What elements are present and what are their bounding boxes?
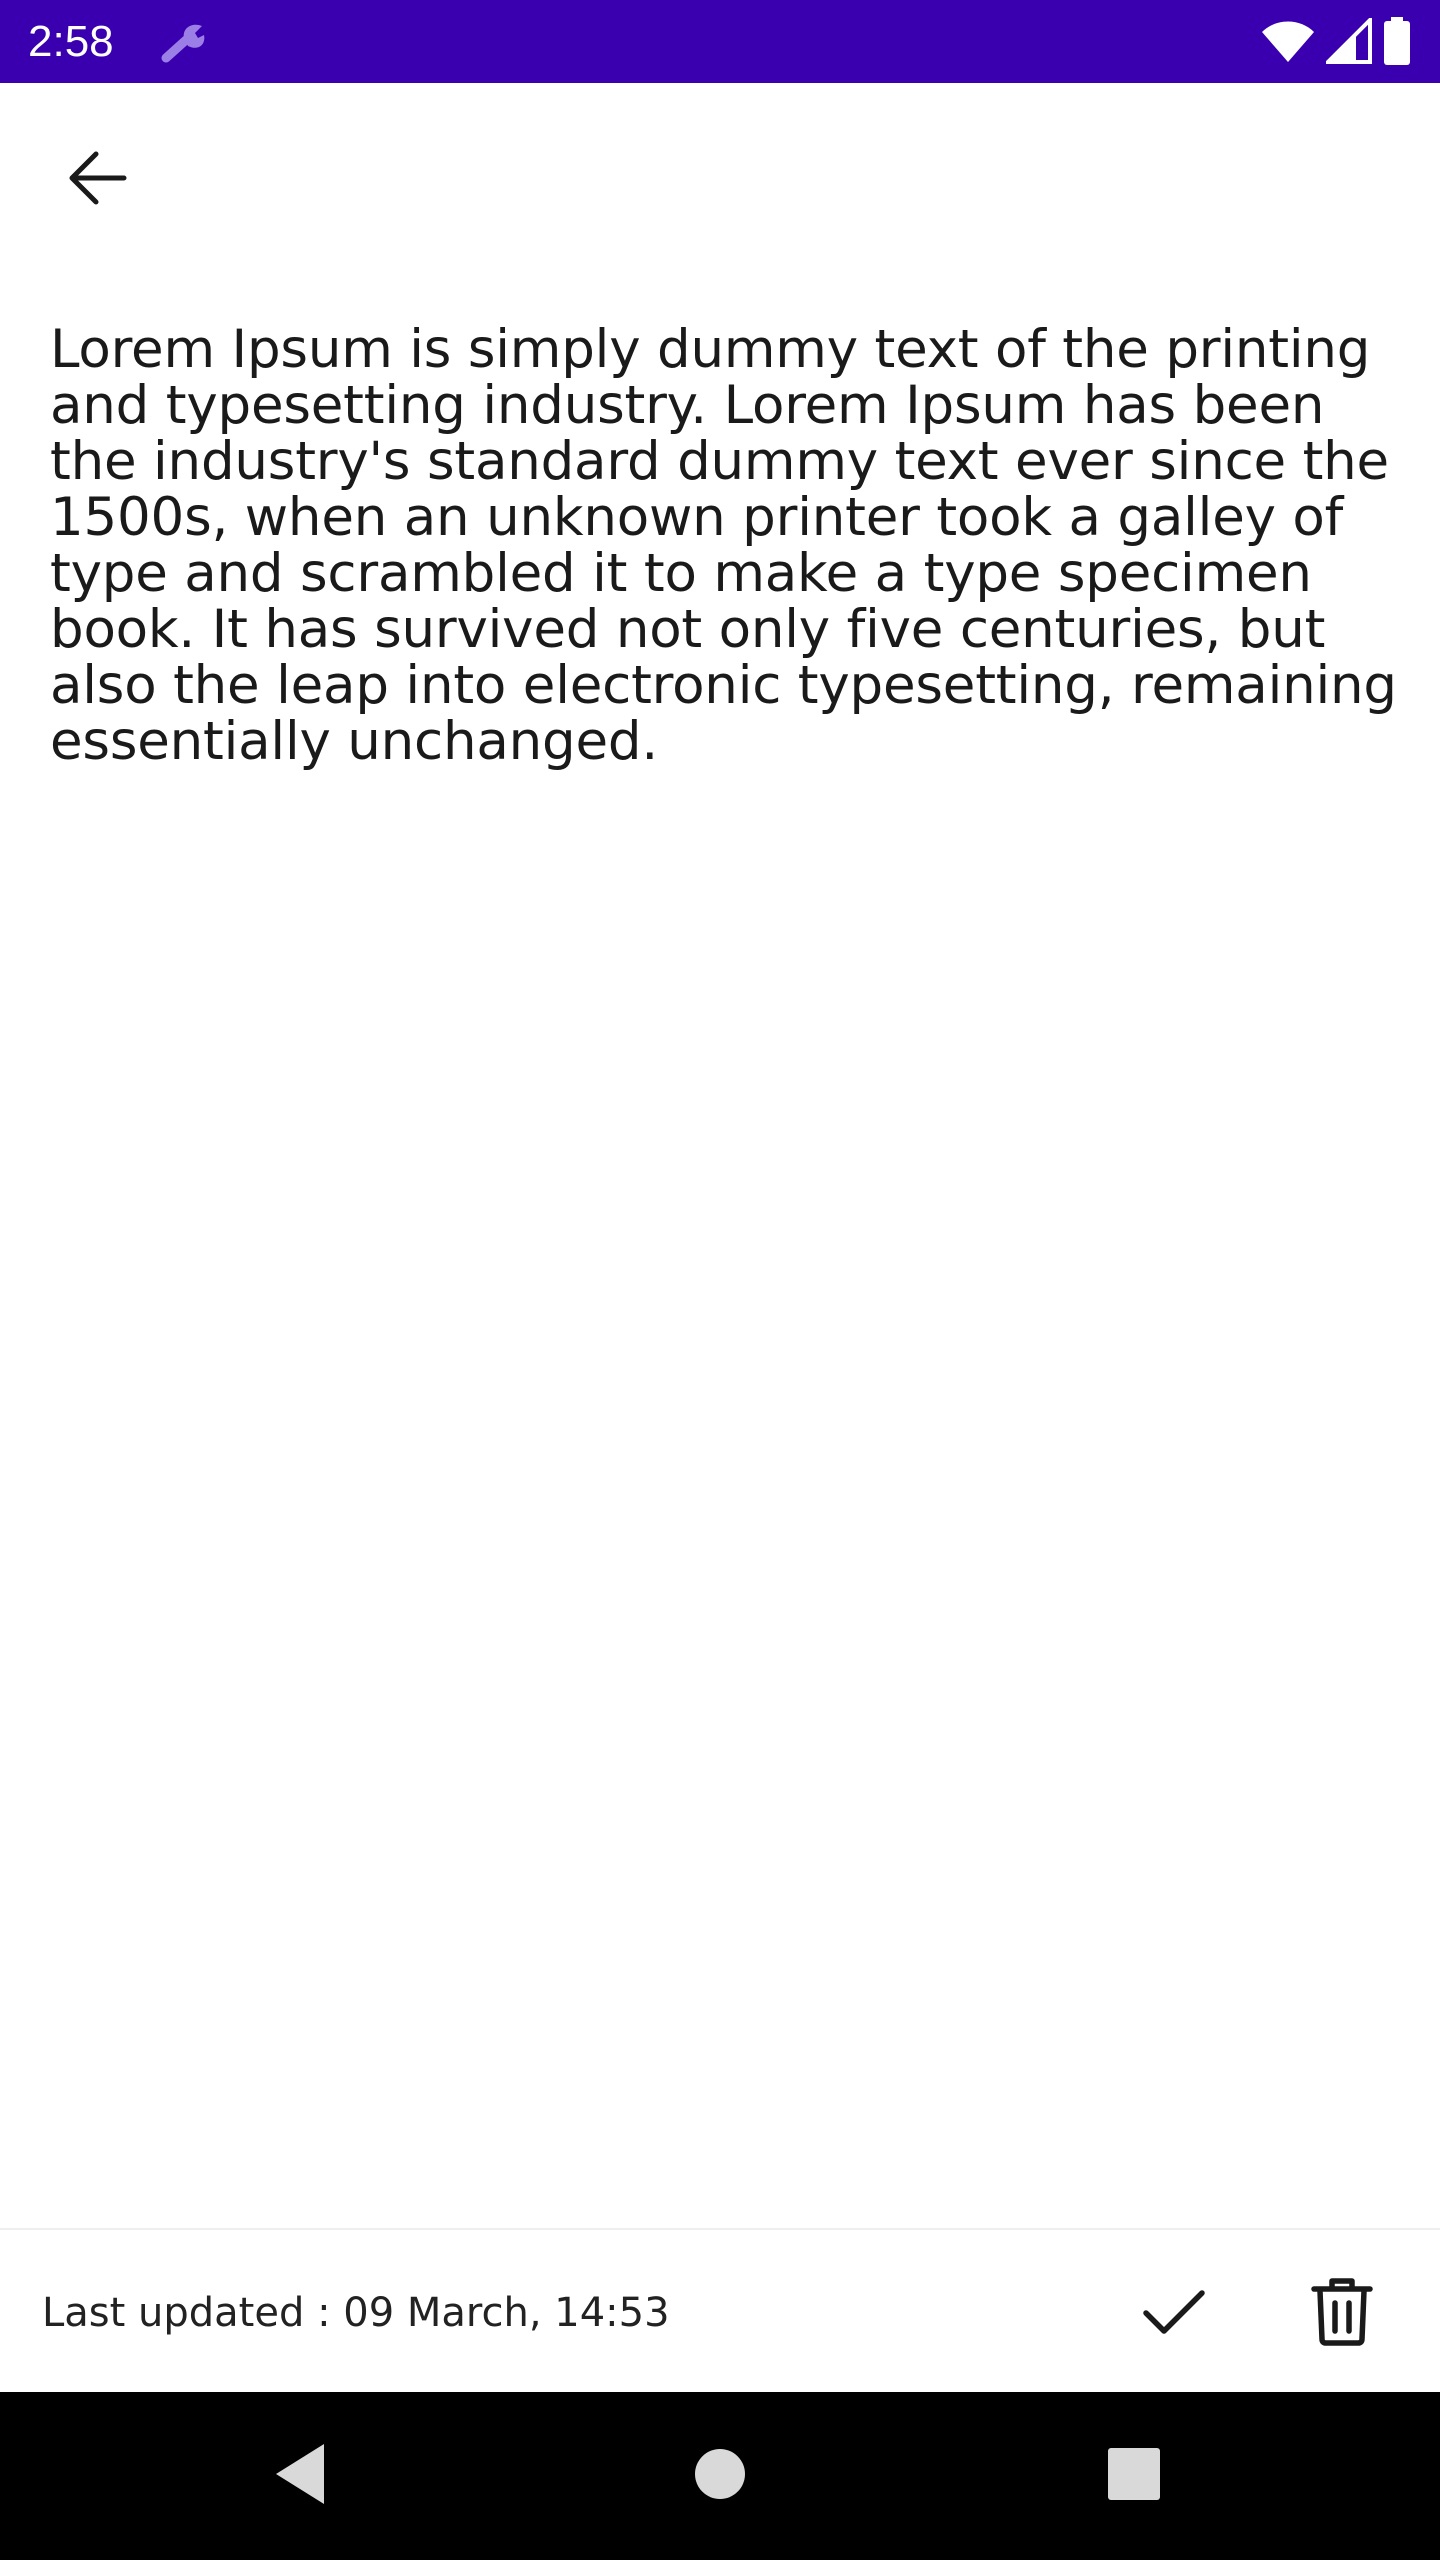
arrow-left-icon [68, 150, 128, 210]
status-icons [1260, 16, 1412, 66]
note-editor-screen: 2:58 Lorem Ipsum is simply dummy text of… [0, 0, 1440, 2560]
trash-icon [1310, 2275, 1374, 2351]
nav-back-button[interactable] [250, 2426, 350, 2526]
nav-home-icon [693, 2447, 747, 2505]
nav-recents-icon [1106, 2446, 1162, 2506]
note-body-text[interactable]: Lorem Ipsum is simply dummy text of the … [50, 322, 1400, 770]
delete-button[interactable] [1298, 2268, 1386, 2358]
battery-icon [1382, 17, 1412, 65]
back-button[interactable] [58, 140, 138, 220]
wifi-icon [1260, 18, 1316, 64]
nav-recents-button[interactable] [1084, 2426, 1184, 2526]
nav-back-icon [272, 2442, 328, 2510]
status-time: 2:58 [28, 17, 114, 66]
status-bar: 2:58 [0, 0, 1440, 83]
nav-home-button[interactable] [670, 2426, 770, 2526]
signal-icon [1326, 18, 1372, 64]
last-updated-label: Last updated : 09 March, 14:53 [42, 2290, 670, 2336]
navigation-bar [0, 2392, 1440, 2560]
check-icon [1142, 2287, 1206, 2341]
save-button[interactable] [1130, 2270, 1218, 2358]
wrench-icon [160, 18, 212, 66]
